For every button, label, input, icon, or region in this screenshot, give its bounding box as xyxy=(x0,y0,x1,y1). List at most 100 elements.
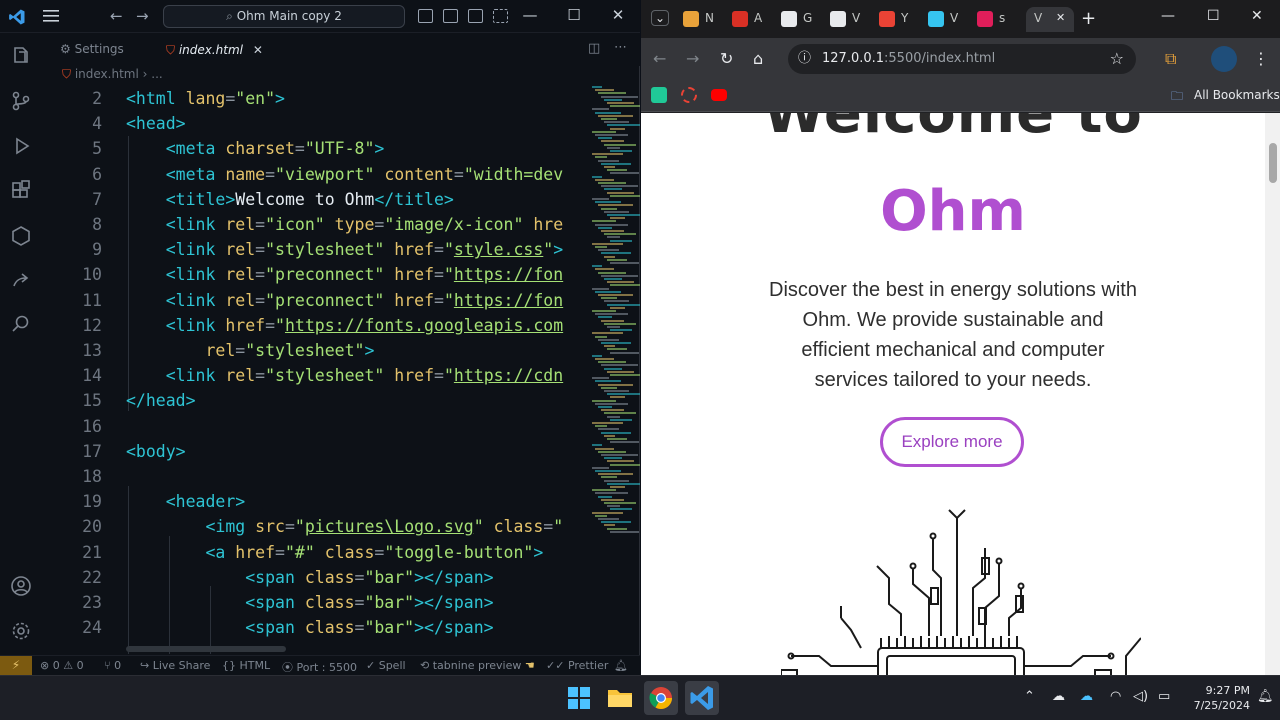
live-share-icon[interactable] xyxy=(10,270,32,292)
code-line[interactable]: 19 <header> xyxy=(42,489,582,514)
code-line[interactable]: 7 <title>Welcome to Ohm</title> xyxy=(42,187,582,212)
browser-tab[interactable]: A xyxy=(732,7,776,32)
more-actions-icon[interactable]: ⋯ xyxy=(614,40,627,55)
breadcrumb-symbol[interactable]: ... xyxy=(151,67,162,81)
explorer-icon[interactable] xyxy=(10,45,32,67)
bookmark-star-icon[interactable]: ☆ xyxy=(1110,44,1124,74)
windows-start-icon[interactable] xyxy=(562,681,596,715)
back-button[interactable]: ← xyxy=(653,49,666,68)
browser-tab[interactable]: V xyxy=(928,7,972,32)
battery-icon[interactable]: ▭ xyxy=(1158,689,1170,704)
code-line[interactable]: 4 <head> xyxy=(42,111,582,136)
chrome-taskbar-icon[interactable] xyxy=(644,681,678,715)
notifications-bell-icon[interactable]: 🔔︎ xyxy=(614,659,628,672)
code-line[interactable]: 20 <img src="pictures\Logo.svg" class=" xyxy=(42,514,582,539)
split-editor-icon[interactable]: ◫ xyxy=(588,41,600,56)
onedrive-sync-icon[interactable]: ☁ xyxy=(1080,689,1093,704)
browser-tab[interactable]: V ✕ xyxy=(1026,7,1074,32)
code-line[interactable]: 2 <html lang="en"> xyxy=(42,86,582,111)
tabnine-status[interactable]: ⟲ tabnine preview ☚ xyxy=(420,659,535,672)
code-line[interactable]: 22 <span class="bar"></span> xyxy=(42,565,582,590)
minimize-button[interactable]: — xyxy=(520,6,540,24)
accounts-icon[interactable] xyxy=(10,575,32,597)
bookmark-circle-icon[interactable] xyxy=(681,87,697,103)
live-share-status[interactable]: ↪ Live Share xyxy=(140,659,210,672)
ports-indicator[interactable]: ⑂ 0 xyxy=(104,659,121,672)
code-line[interactable]: 11 <link rel="preconnect" href="https://… xyxy=(42,288,582,313)
live-server-port[interactable]: ⦿ Port : 5500 xyxy=(282,659,357,675)
minimap[interactable] xyxy=(588,86,640,556)
code-line[interactable]: 9 <link rel="stylesheet" href="style.css… xyxy=(42,237,582,262)
close-window-button[interactable]: ✕ xyxy=(608,6,628,24)
scrollbar-thumb[interactable] xyxy=(1269,143,1277,183)
browser-tab[interactable]: Y xyxy=(879,7,923,32)
code-line[interactable]: 17 <body> xyxy=(42,439,582,464)
minimize-button[interactable]: — xyxy=(1161,8,1175,24)
profile-avatar[interactable] xyxy=(1211,46,1237,72)
code-line[interactable]: 13 rel="stylesheet"> xyxy=(42,338,582,363)
prettier-status[interactable]: ✓✓ Prettier xyxy=(546,659,608,672)
remote-explorer-icon[interactable] xyxy=(10,225,32,247)
browser-tab[interactable]: N xyxy=(683,7,727,32)
settings-gear-icon[interactable] xyxy=(10,620,32,642)
close-tab-icon[interactable]: ✕ xyxy=(253,43,263,57)
wifi-icon[interactable]: ◠ xyxy=(1110,689,1121,704)
home-button[interactable]: ⌂ xyxy=(753,49,763,68)
tab-search-dropdown-icon[interactable]: ⌄ xyxy=(651,10,670,26)
page-scrollbar[interactable] xyxy=(1265,113,1280,675)
maximize-button[interactable]: ☐ xyxy=(1207,8,1220,24)
bookmark-app-icon[interactable] xyxy=(651,87,667,103)
code-line[interactable]: 12 <link href="https://fonts.googleapis.… xyxy=(42,313,582,338)
browser-tab[interactable]: G xyxy=(781,7,825,32)
taskbar-clock[interactable]: 9:27 PM 7/25/2024 xyxy=(1180,683,1250,713)
site-info-icon[interactable]: ⓘ xyxy=(798,44,811,74)
problems-indicator[interactable]: ⊗ 0 ⚠ 0 xyxy=(40,659,84,672)
browser-tab[interactable]: V xyxy=(830,7,874,32)
maximize-button[interactable]: ☐ xyxy=(564,6,584,24)
toggle-secondary-sidebar-icon[interactable] xyxy=(468,9,483,23)
forward-arrow-icon[interactable]: → xyxy=(136,7,149,25)
browser-tab[interactable]: s xyxy=(977,7,1021,32)
toggle-panel-icon[interactable] xyxy=(443,9,458,23)
vscode-taskbar-icon[interactable] xyxy=(685,681,719,715)
run-debug-icon[interactable] xyxy=(10,135,32,157)
spell-check-status[interactable]: ✓ Spell xyxy=(366,659,406,672)
command-center-search[interactable]: ⌕ Ohm Main copy 2 xyxy=(163,5,405,28)
tab-index-html[interactable]: ⛉ index.html ✕ xyxy=(166,33,263,66)
extensions-icon[interactable] xyxy=(10,180,32,202)
code-line[interactable]: 24 <span class="bar"></span> xyxy=(42,615,582,640)
notification-center-icon[interactable]: 🔔︎ xyxy=(1257,689,1274,704)
chrome-menu-icon[interactable]: ⋮ xyxy=(1253,49,1269,68)
toggle-sidebar-icon[interactable] xyxy=(418,9,433,23)
search-icon[interactable] xyxy=(10,313,32,335)
horizontal-scrollbar[interactable] xyxy=(126,646,286,652)
explore-more-button[interactable]: Explore more xyxy=(880,417,1024,467)
code-line[interactable]: 21 <a href="#" class="toggle-button"> xyxy=(42,540,582,565)
breadcrumb-file[interactable]: index.html xyxy=(75,67,139,81)
code-line[interactable]: 18 xyxy=(42,464,582,489)
code-line[interactable]: 10 <link rel="preconnect" href="https://… xyxy=(42,262,582,287)
remote-indicator[interactable]: ⚡ xyxy=(0,656,32,676)
code-line[interactable]: 23 <span class="bar"></span> xyxy=(42,590,582,615)
show-hidden-icons-chevron[interactable]: ⌃ xyxy=(1024,689,1035,704)
hamburger-menu-icon[interactable] xyxy=(42,8,60,24)
language-mode[interactable]: {} HTML xyxy=(222,659,270,672)
extensions-puzzle-icon[interactable]: ⧉ xyxy=(1165,49,1176,69)
reload-button[interactable]: ↻ xyxy=(720,49,733,68)
code-line[interactable]: 16 xyxy=(42,414,582,439)
code-line[interactable]: 8 <link rel="icon" type="image/x-icon" h… xyxy=(42,212,582,237)
code-line[interactable]: 5 <meta charset="UTF-8"> xyxy=(42,136,582,161)
onedrive-cloud-icon[interactable]: ☁ xyxy=(1052,689,1065,704)
youtube-icon[interactable] xyxy=(711,89,727,101)
file-explorer-icon[interactable] xyxy=(603,681,637,715)
code-line[interactable]: 14 <link rel="stylesheet" href="https://… xyxy=(42,363,582,388)
back-arrow-icon[interactable]: ← xyxy=(110,7,123,25)
close-tab-icon[interactable]: ✕ xyxy=(1056,11,1065,24)
new-tab-button[interactable]: + xyxy=(1081,8,1096,29)
source-control-icon[interactable] xyxy=(10,90,32,112)
tab-settings[interactable]: ⚙ Settings xyxy=(60,33,124,66)
address-bar[interactable]: ⓘ 127.0.0.1:5500/index.html ☆ xyxy=(788,44,1136,74)
code-line[interactable]: 6 <meta name="viewport" content="width=d… xyxy=(42,162,582,187)
customize-layout-icon[interactable] xyxy=(493,9,508,23)
code-line[interactable]: 15 </head> xyxy=(42,388,582,413)
